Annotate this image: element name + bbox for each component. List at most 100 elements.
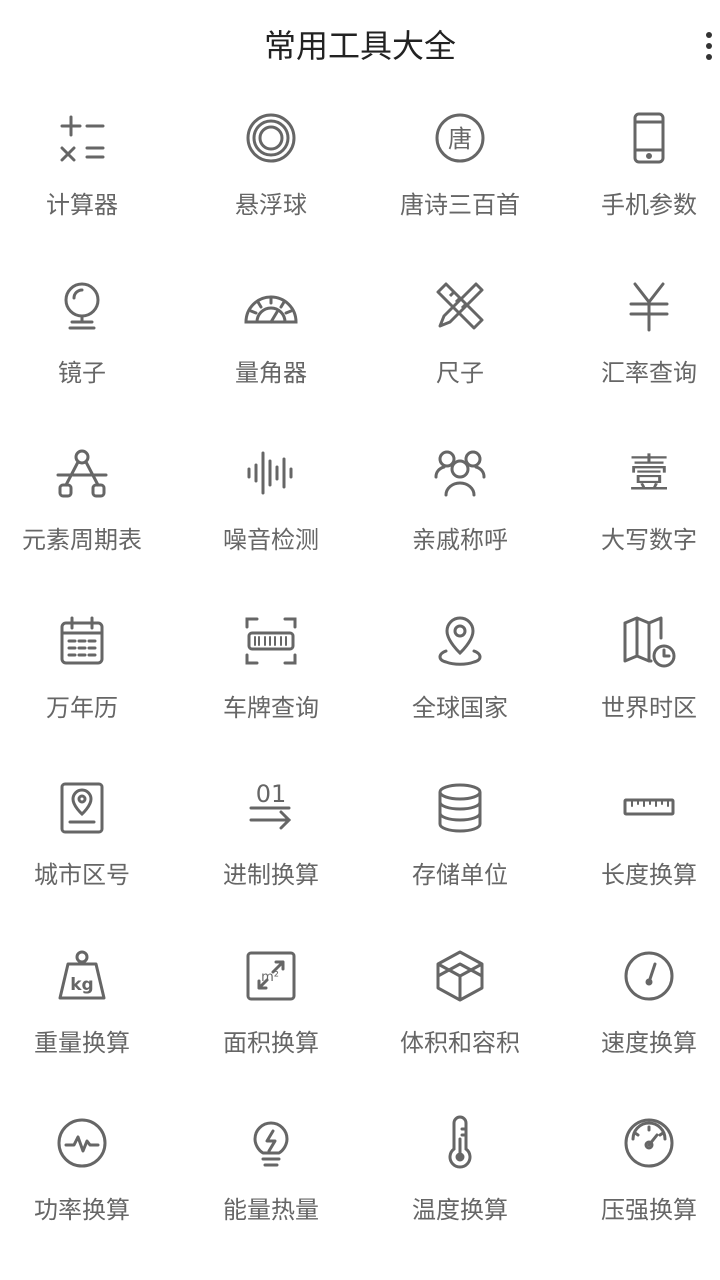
tool-relatives[interactable]: 亲戚称呼 bbox=[370, 435, 550, 575]
tool-tang-poetry[interactable]: 唐 唐诗三百首 bbox=[370, 100, 550, 240]
tool-label: 重量换算 bbox=[34, 1028, 130, 1057]
tool-protractor[interactable]: 量角器 bbox=[181, 268, 361, 408]
database-icon bbox=[432, 780, 488, 836]
tool-label: 悬浮球 bbox=[235, 191, 307, 219]
tools-row: 镜子 量角器 尺子 汇率查询 bbox=[0, 268, 720, 436]
tool-label: 万年历 bbox=[46, 693, 118, 722]
tool-weight-conversion[interactable]: kg 重量换算 bbox=[0, 938, 172, 1078]
app-header: 常用工具大全 bbox=[0, 0, 720, 92]
svg-text:m²: m² bbox=[261, 970, 279, 985]
tools-row: 元素周期表 噪音检测 亲戚称呼 壹 大写数字 bbox=[0, 435, 720, 603]
tool-label: 能量热量 bbox=[223, 1196, 319, 1224]
sound-wave-icon bbox=[243, 445, 299, 501]
tool-phone-params[interactable]: 手机参数 bbox=[559, 100, 720, 240]
cube-icon bbox=[432, 948, 488, 1004]
tool-temperature-conversion[interactable]: 温度换算 bbox=[370, 1105, 550, 1245]
city-pin-card-icon bbox=[54, 780, 110, 836]
svg-text:01: 01 bbox=[256, 780, 287, 808]
tool-label: 城市区号 bbox=[34, 861, 130, 889]
tool-label: 量角器 bbox=[235, 358, 307, 387]
tool-area-conversion[interactable]: m² 面积换算 bbox=[181, 938, 361, 1078]
location-pin-icon bbox=[432, 613, 488, 669]
phone-icon bbox=[621, 110, 677, 166]
thermometer-icon bbox=[432, 1115, 488, 1171]
family-icon bbox=[432, 445, 488, 501]
chinese-numeral-icon: 壹 bbox=[621, 445, 677, 501]
element-nodes-icon bbox=[54, 445, 110, 501]
tool-volume-capacity[interactable]: 体积和容积 bbox=[370, 938, 550, 1078]
mirror-icon bbox=[54, 278, 110, 334]
tool-label: 亲戚称呼 bbox=[412, 526, 508, 554]
tool-floating-ball[interactable]: 悬浮球 bbox=[181, 100, 361, 240]
svg-text:kg: kg bbox=[70, 975, 93, 995]
tool-label: 温度换算 bbox=[412, 1196, 508, 1224]
tool-label: 功率换算 bbox=[34, 1196, 130, 1224]
tool-label: 计算器 bbox=[46, 191, 118, 219]
tool-storage-units[interactable]: 存储单位 bbox=[370, 770, 550, 910]
tool-label: 镜子 bbox=[58, 358, 106, 387]
tool-periodic-table[interactable]: 元素周期表 bbox=[0, 435, 172, 575]
tool-label: 速度换算 bbox=[601, 1028, 697, 1057]
weight-kg-icon: kg bbox=[54, 948, 110, 1004]
tool-label: 元素周期表 bbox=[22, 526, 142, 554]
tool-label: 车牌查询 bbox=[223, 693, 319, 722]
tool-label: 世界时区 bbox=[601, 693, 697, 722]
tool-label: 手机参数 bbox=[601, 191, 697, 219]
tool-city-area-code[interactable]: 城市区号 bbox=[0, 770, 172, 910]
map-clock-icon bbox=[621, 613, 677, 669]
license-plate-icon bbox=[243, 613, 299, 669]
page-title: 常用工具大全 bbox=[263, 27, 456, 65]
calendar-icon bbox=[54, 613, 110, 669]
tools-row: 计算器 悬浮球 唐 唐诗三百首 手机参数 bbox=[0, 100, 720, 268]
tool-noise-detection[interactable]: 噪音检测 bbox=[181, 435, 361, 575]
tool-label: 噪音检测 bbox=[223, 526, 319, 554]
tool-energy-heat[interactable]: 能量热量 bbox=[181, 1105, 361, 1245]
tools-row: 功率换算 能量热量 温度换算 压强换算 bbox=[0, 1105, 720, 1273]
tool-exchange-rate[interactable]: 汇率查询 bbox=[559, 268, 720, 408]
ruler-pencil-icon bbox=[432, 278, 488, 334]
tools-row: 城市区号 01 进制换算 存储单位 长度换算 bbox=[0, 770, 720, 938]
area-icon: m² bbox=[243, 948, 299, 1004]
tool-label: 存储单位 bbox=[412, 861, 508, 889]
more-options-icon[interactable] bbox=[696, 28, 720, 64]
binary-arrow-icon: 01 bbox=[243, 780, 299, 836]
tool-global-countries[interactable]: 全球国家 bbox=[370, 603, 550, 743]
tool-speed-conversion[interactable]: 速度换算 bbox=[559, 938, 720, 1078]
tool-calculator[interactable]: 计算器 bbox=[0, 100, 172, 240]
tool-pressure-conversion[interactable]: 压强换算 bbox=[559, 1105, 720, 1245]
tool-ruler[interactable]: 尺子 bbox=[370, 268, 550, 408]
tool-label: 面积换算 bbox=[223, 1028, 319, 1057]
floating-ball-icon bbox=[243, 110, 299, 166]
tool-label: 唐诗三百首 bbox=[400, 191, 520, 219]
protractor-icon bbox=[243, 278, 299, 334]
calculator-icon bbox=[54, 110, 110, 166]
tool-label: 大写数字 bbox=[601, 526, 697, 554]
tool-calendar[interactable]: 万年历 bbox=[0, 603, 172, 743]
energy-bulb-icon bbox=[243, 1115, 299, 1171]
speedometer-icon bbox=[621, 948, 677, 1004]
tool-label: 汇率查询 bbox=[601, 358, 697, 387]
tool-length-conversion[interactable]: 长度换算 bbox=[559, 770, 720, 910]
tool-license-plate[interactable]: 车牌查询 bbox=[181, 603, 361, 743]
tool-label: 长度换算 bbox=[601, 861, 697, 889]
pressure-gauge-icon bbox=[621, 1115, 677, 1171]
svg-text:壹: 壹 bbox=[629, 451, 669, 497]
tool-label: 压强换算 bbox=[601, 1196, 697, 1224]
ruler-icon bbox=[621, 780, 677, 836]
tool-power-conversion[interactable]: 功率换算 bbox=[0, 1105, 172, 1245]
tool-chinese-numerals[interactable]: 壹 大写数字 bbox=[559, 435, 720, 575]
tool-mirror[interactable]: 镜子 bbox=[0, 268, 172, 408]
tool-label: 进制换算 bbox=[223, 861, 319, 889]
yen-icon bbox=[621, 278, 677, 334]
tools-grid: 计算器 悬浮球 唐 唐诗三百首 手机参数 镜子 量角器 尺子 汇率查询 元素周期… bbox=[0, 100, 720, 1273]
power-pulse-icon bbox=[54, 1115, 110, 1171]
tools-row: kg 重量换算 m² 面积换算 体积和容积 速度换算 bbox=[0, 938, 720, 1106]
tang-poetry-icon: 唐 bbox=[432, 110, 488, 166]
tool-label: 尺子 bbox=[436, 358, 484, 387]
svg-text:唐: 唐 bbox=[448, 125, 472, 153]
tool-label: 体积和容积 bbox=[400, 1028, 520, 1057]
tool-label: 全球国家 bbox=[412, 693, 508, 722]
tools-row: 万年历 车牌查询 全球国家 世界时区 bbox=[0, 603, 720, 771]
tool-base-conversion[interactable]: 01 进制换算 bbox=[181, 770, 361, 910]
tool-world-timezone[interactable]: 世界时区 bbox=[559, 603, 720, 743]
